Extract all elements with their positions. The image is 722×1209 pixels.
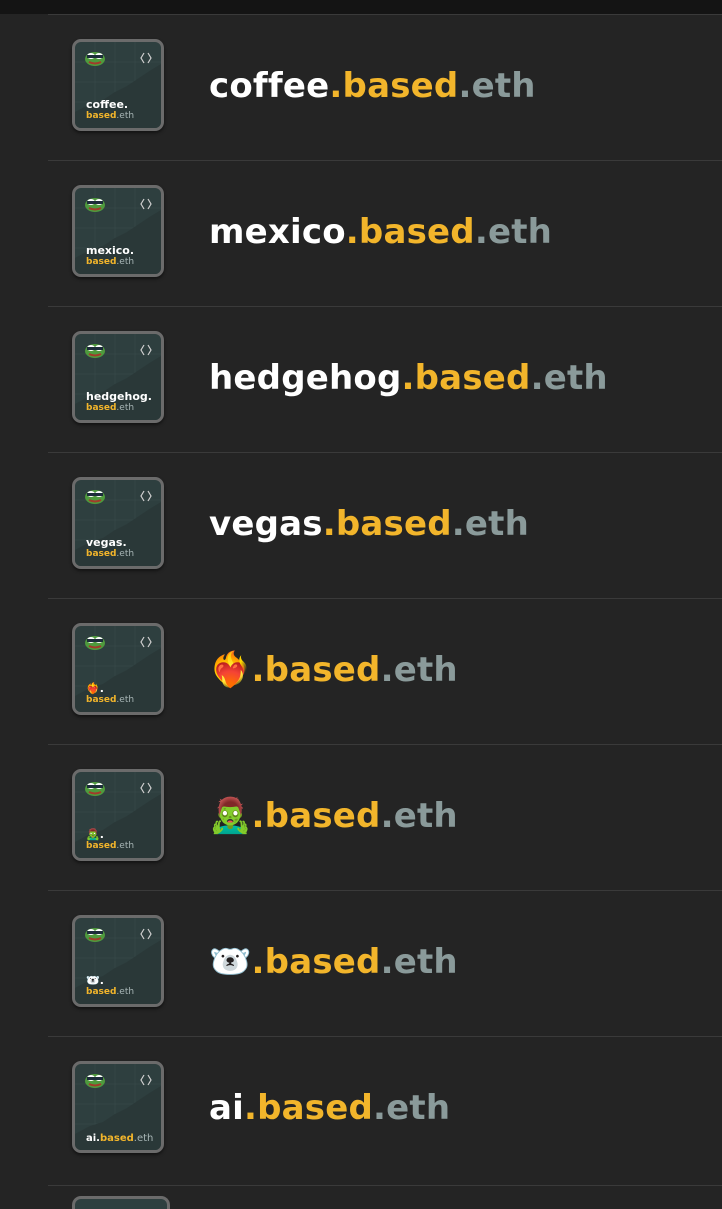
domain-name[interactable]: 🐻‍❄️.based.eth xyxy=(209,941,458,983)
thumb-label: ❤️‍🔥. xyxy=(86,682,104,695)
heart-on-fire-emoji: ❤️‍🔥 xyxy=(209,650,252,690)
pepe-frog-icon xyxy=(85,490,105,504)
nft-thumbnail[interactable]: 🐻‍❄️. based.eth xyxy=(72,915,164,1007)
code-brackets-icon xyxy=(140,1074,152,1086)
list-item[interactable]: 🧟‍♂️. based.eth 🧟‍♂️.based.eth xyxy=(48,744,722,890)
thumb-domain: based.eth xyxy=(86,549,135,559)
top-bar xyxy=(0,0,722,14)
list-item[interactable]: ❤️‍🔥. based.eth ❤️‍🔥.based.eth xyxy=(48,598,722,744)
list-item[interactable]: coffee. based.eth coffee.based.eth xyxy=(48,14,722,160)
polar-bear-emoji: 🐻‍❄️ xyxy=(209,942,252,982)
zombie-emoji: 🧟‍♂️ xyxy=(209,796,252,836)
domain-name[interactable]: coffee.based.eth xyxy=(209,65,536,107)
list-item-partial[interactable] xyxy=(48,1185,722,1209)
list-item[interactable]: ai.based.eth ai.based.eth xyxy=(48,1036,722,1182)
code-brackets-icon xyxy=(140,198,152,210)
list-item[interactable]: 🐻‍❄️. based.eth 🐻‍❄️.based.eth xyxy=(48,890,722,1036)
pepe-frog-icon xyxy=(85,636,105,650)
thumb-label: mexico. xyxy=(86,244,135,257)
pepe-frog-icon xyxy=(85,782,105,796)
pepe-frog-icon xyxy=(85,52,105,66)
domain-name[interactable]: ❤️‍🔥.based.eth xyxy=(209,649,458,691)
thumb-domain: based.eth xyxy=(86,987,135,997)
nft-thumbnail[interactable]: ❤️‍🔥. based.eth xyxy=(72,623,164,715)
domain-name[interactable]: vegas.based.eth xyxy=(209,503,529,545)
thumb-label: 🐻‍❄️. xyxy=(86,974,104,987)
nft-thumbnail[interactable]: 🧟‍♂️. based.eth xyxy=(72,769,164,861)
pepe-frog-icon xyxy=(85,198,105,212)
nft-thumbnail[interactable]: vegas. based.eth xyxy=(72,477,164,569)
thumb-label: hedgehog. xyxy=(86,390,152,403)
thumb-label: coffee. xyxy=(86,98,129,111)
code-brackets-icon xyxy=(140,490,152,502)
thumb-label: vegas. xyxy=(86,536,127,549)
thumb-domain: based.eth xyxy=(86,257,135,267)
pepe-frog-icon xyxy=(85,1074,105,1088)
nft-thumbnail[interactable]: hedgehog. based.eth xyxy=(72,331,164,423)
domain-name[interactable]: hedgehog.based.eth xyxy=(209,357,608,399)
domain-name[interactable]: mexico.based.eth xyxy=(209,211,552,253)
thumb-domain: based.eth xyxy=(86,695,135,705)
nft-thumbnail[interactable]: mexico. based.eth xyxy=(72,185,164,277)
code-brackets-icon xyxy=(140,636,152,648)
pepe-frog-icon xyxy=(85,344,105,358)
code-brackets-icon xyxy=(140,928,152,940)
list-item[interactable]: vegas. based.eth vegas.based.eth xyxy=(48,452,722,598)
code-brackets-icon xyxy=(140,344,152,356)
thumb-domain: based.eth xyxy=(86,841,135,851)
list-item[interactable]: hedgehog. based.eth hedgehog.based.eth xyxy=(48,306,722,452)
nft-thumbnail xyxy=(72,1196,170,1209)
nft-thumbnail[interactable]: ai.based.eth xyxy=(72,1061,164,1153)
domain-name[interactable]: ai.based.eth xyxy=(209,1087,450,1129)
thumb-label: 🧟‍♂️. xyxy=(86,828,104,841)
code-brackets-icon xyxy=(140,52,152,64)
nft-thumbnail[interactable]: coffee. based.eth xyxy=(72,39,164,131)
name-list: coffee. based.eth coffee.based.eth mexic… xyxy=(48,14,722,1182)
pepe-frog-icon xyxy=(85,928,105,942)
code-brackets-icon xyxy=(140,782,152,794)
thumb-domain: based.eth xyxy=(86,111,135,121)
thumb-domain: ai.based.eth xyxy=(86,1133,154,1144)
domain-name[interactable]: 🧟‍♂️.based.eth xyxy=(209,795,458,837)
list-item[interactable]: mexico. based.eth mexico.based.eth xyxy=(48,160,722,306)
thumb-domain: based.eth xyxy=(86,403,135,413)
